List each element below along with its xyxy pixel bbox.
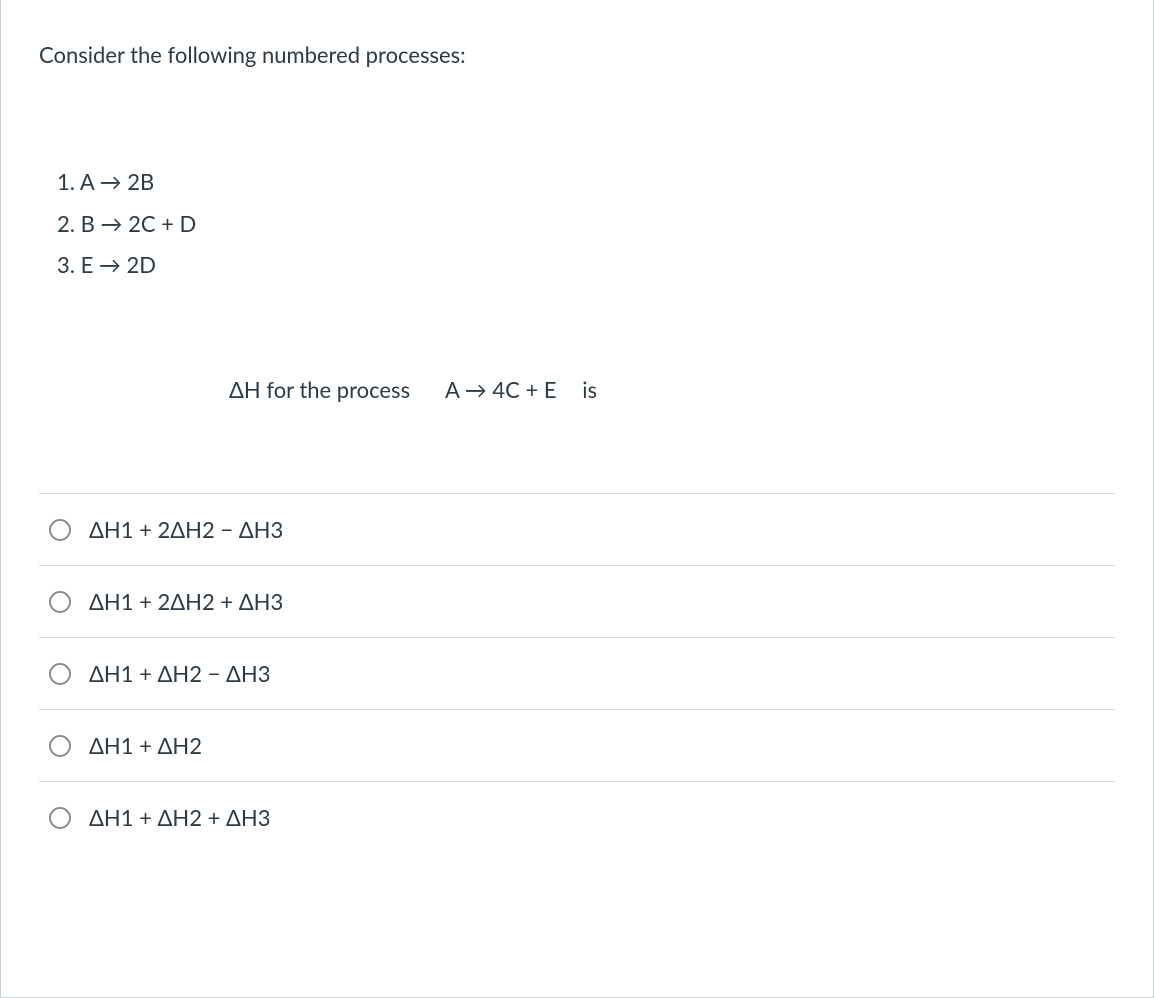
question-intro: Consider the following numbered processe… (39, 40, 1115, 71)
option-label: ΔH1 + 2ΔH2 − ΔH3 (89, 516, 283, 543)
options-list: ΔH1 + 2ΔH2 − ΔH3 ΔH1 + 2ΔH2 + ΔH3 ΔH1 + … (39, 493, 1115, 853)
delta-h-label: ΔH for the process (229, 376, 410, 403)
delta-h-suffix: is (582, 376, 597, 403)
option-row[interactable]: ΔH1 + ΔH2 − ΔH3 (39, 638, 1115, 710)
option-row[interactable]: ΔH1 + ΔH2 (39, 710, 1115, 782)
delta-h-question: ΔH for the process A → 4C + E is (39, 376, 1115, 403)
process-item-2: 2. B → 2C + D (57, 203, 1115, 245)
delta-h-process: A → 4C + E (445, 376, 557, 403)
option-label: ΔH1 + ΔH2 (89, 732, 202, 759)
process-list: 1. A → 2B 2. B → 2C + D 3. E → 2D (57, 161, 1115, 286)
radio-icon (49, 591, 71, 613)
option-label: ΔH1 + 2ΔH2 + ΔH3 (89, 588, 283, 615)
option-row[interactable]: ΔH1 + 2ΔH2 + ΔH3 (39, 566, 1115, 638)
option-row[interactable]: ΔH1 + ΔH2 + ΔH3 (39, 782, 1115, 853)
radio-icon (49, 735, 71, 757)
radio-icon (49, 807, 71, 829)
question-container: Consider the following numbered processe… (0, 0, 1154, 998)
option-label: ΔH1 + ΔH2 + ΔH3 (89, 804, 270, 831)
radio-icon (49, 519, 71, 541)
radio-icon (49, 663, 71, 685)
option-row[interactable]: ΔH1 + 2ΔH2 − ΔH3 (39, 494, 1115, 566)
option-label: ΔH1 + ΔH2 − ΔH3 (89, 660, 270, 687)
process-item-3: 3. E → 2D (57, 244, 1115, 286)
process-item-1: 1. A → 2B (57, 161, 1115, 203)
